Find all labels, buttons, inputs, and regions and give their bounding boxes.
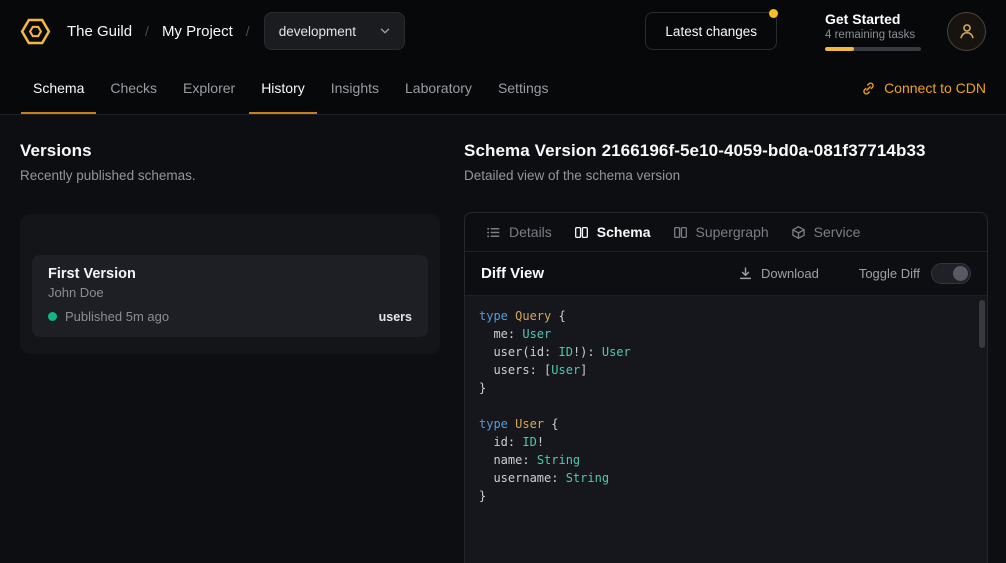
code-line: [479, 397, 973, 415]
panel-tabs: Details Schema Supergraph Service: [465, 213, 987, 252]
code-line: type User {: [479, 415, 973, 433]
scrollbar[interactable]: [977, 296, 987, 563]
diff-toolbar: Diff View Download Toggle Diff: [465, 252, 987, 296]
latest-changes-label: Latest changes: [665, 24, 757, 39]
hive-logo-icon[interactable]: [20, 16, 51, 47]
latest-changes-button[interactable]: Latest changes: [645, 12, 777, 50]
version-detail-title: Schema Version 2166196f-5e10-4059-bd0a-0…: [464, 141, 988, 161]
breadcrumb: The Guild / My Project /: [67, 23, 250, 40]
list-icon: [486, 225, 501, 240]
box-icon: [791, 225, 806, 240]
download-button[interactable]: Download: [738, 266, 819, 281]
panel-tab-schema[interactable]: Schema: [563, 213, 662, 251]
code-line: username: String: [479, 469, 973, 487]
panel-tab-supergraph[interactable]: Supergraph: [662, 213, 780, 251]
columns-icon: [673, 225, 688, 240]
version-status-row: Published 5m ago users: [48, 309, 412, 324]
page-tabs: SchemaChecksExplorerHistoryInsightsLabor…: [20, 62, 562, 114]
main-content: Versions Recently published schemas. Fir…: [0, 115, 1006, 563]
toggle-knob: [953, 266, 968, 281]
connect-cdn-link[interactable]: Connect to CDN: [861, 80, 986, 96]
version-list: First Version John Doe Published 5m ago use…: [32, 255, 428, 337]
hive-app: The Guild / My Project / development Lat…: [0, 0, 1006, 563]
code-line: users: [User]: [479, 361, 973, 379]
tab-insights[interactable]: Insights: [318, 62, 392, 114]
version-name: First Version: [48, 266, 412, 282]
tab-history[interactable]: History: [248, 62, 318, 114]
code-line: id: ID!: [479, 433, 973, 451]
tab-settings[interactable]: Settings: [485, 62, 562, 114]
get-started-title: Get Started: [825, 11, 921, 27]
tab-bar: SchemaChecksExplorerHistoryInsightsLabor…: [0, 62, 1006, 115]
version-detail-section: Schema Version 2166196f-5e10-4059-bd0a-0…: [464, 141, 988, 563]
environment-selector[interactable]: development: [264, 12, 405, 50]
environment-selector-value: development: [279, 24, 356, 39]
breadcrumb-separator: /: [145, 23, 149, 39]
version-status: Published 5m ago: [65, 309, 169, 324]
avatar[interactable]: [947, 12, 986, 51]
breadcrumb-org[interactable]: The Guild: [67, 23, 132, 40]
panel-tab-label: Service: [814, 224, 861, 240]
versions-card: First Version John Doe Published 5m ago use…: [20, 214, 440, 354]
panel-tab-label: Schema: [597, 224, 651, 240]
versions-section: Versions Recently published schemas. Fir…: [20, 141, 440, 563]
panel-tab-label: Details: [509, 224, 552, 240]
breadcrumb-separator: /: [246, 23, 250, 39]
version-author: John Doe: [48, 285, 412, 300]
link-icon: [861, 81, 876, 96]
chevron-down-icon: [378, 24, 392, 38]
diff-view-title: Diff View: [481, 265, 544, 282]
user-icon: [958, 22, 976, 40]
columns-icon: [574, 225, 589, 240]
schema-code-area: type Query { me: User user(id: ID!): Use…: [465, 296, 987, 563]
notification-dot: [769, 9, 778, 18]
scrollbar-thumb[interactable]: [979, 300, 985, 348]
code-line: }: [479, 487, 973, 505]
code-line: }: [479, 379, 973, 397]
version-detail-subtitle: Detailed view of the schema version: [464, 168, 988, 183]
get-started-progress: [825, 47, 921, 51]
versions-title: Versions: [20, 141, 440, 161]
tab-laboratory[interactable]: Laboratory: [392, 62, 485, 114]
service-badge: users: [379, 310, 412, 324]
code-block[interactable]: type Query { me: User user(id: ID!): Use…: [465, 296, 987, 516]
schema-version-panel: Details Schema Supergraph Service Diff View…: [464, 212, 988, 563]
get-started-subtitle: 4 remaining tasks: [825, 29, 921, 41]
published-dot: [48, 312, 57, 321]
connect-cdn-label: Connect to CDN: [884, 80, 986, 96]
versions-subtitle: Recently published schemas.: [20, 168, 440, 183]
version-list-item[interactable]: First Version John Doe Published 5m ago use…: [32, 255, 428, 337]
top-bar: The Guild / My Project / development Lat…: [0, 0, 1006, 62]
panel-tab-service[interactable]: Service: [780, 213, 872, 251]
top-header: The Guild / My Project / development Lat…: [0, 0, 1006, 115]
toggle-diff-label: Toggle Diff: [859, 266, 920, 281]
get-started[interactable]: Get Started 4 remaining tasks: [825, 11, 921, 51]
panel-tab-details[interactable]: Details: [475, 213, 563, 251]
code-line: name: String: [479, 451, 973, 469]
download-label: Download: [761, 266, 819, 281]
breadcrumb-project[interactable]: My Project: [162, 23, 233, 40]
tab-explorer[interactable]: Explorer: [170, 62, 248, 114]
progress-fill: [825, 47, 854, 51]
code-line: user(id: ID!): User: [479, 343, 973, 361]
tab-checks[interactable]: Checks: [97, 62, 170, 114]
toggle-diff-switch[interactable]: [931, 263, 971, 284]
code-line: me: User: [479, 325, 973, 343]
diff-actions: Download Toggle Diff: [738, 263, 971, 284]
code-line: type Query {: [479, 307, 973, 325]
panel-tab-label: Supergraph: [696, 224, 769, 240]
tab-schema[interactable]: Schema: [20, 62, 97, 114]
download-icon: [738, 266, 753, 281]
